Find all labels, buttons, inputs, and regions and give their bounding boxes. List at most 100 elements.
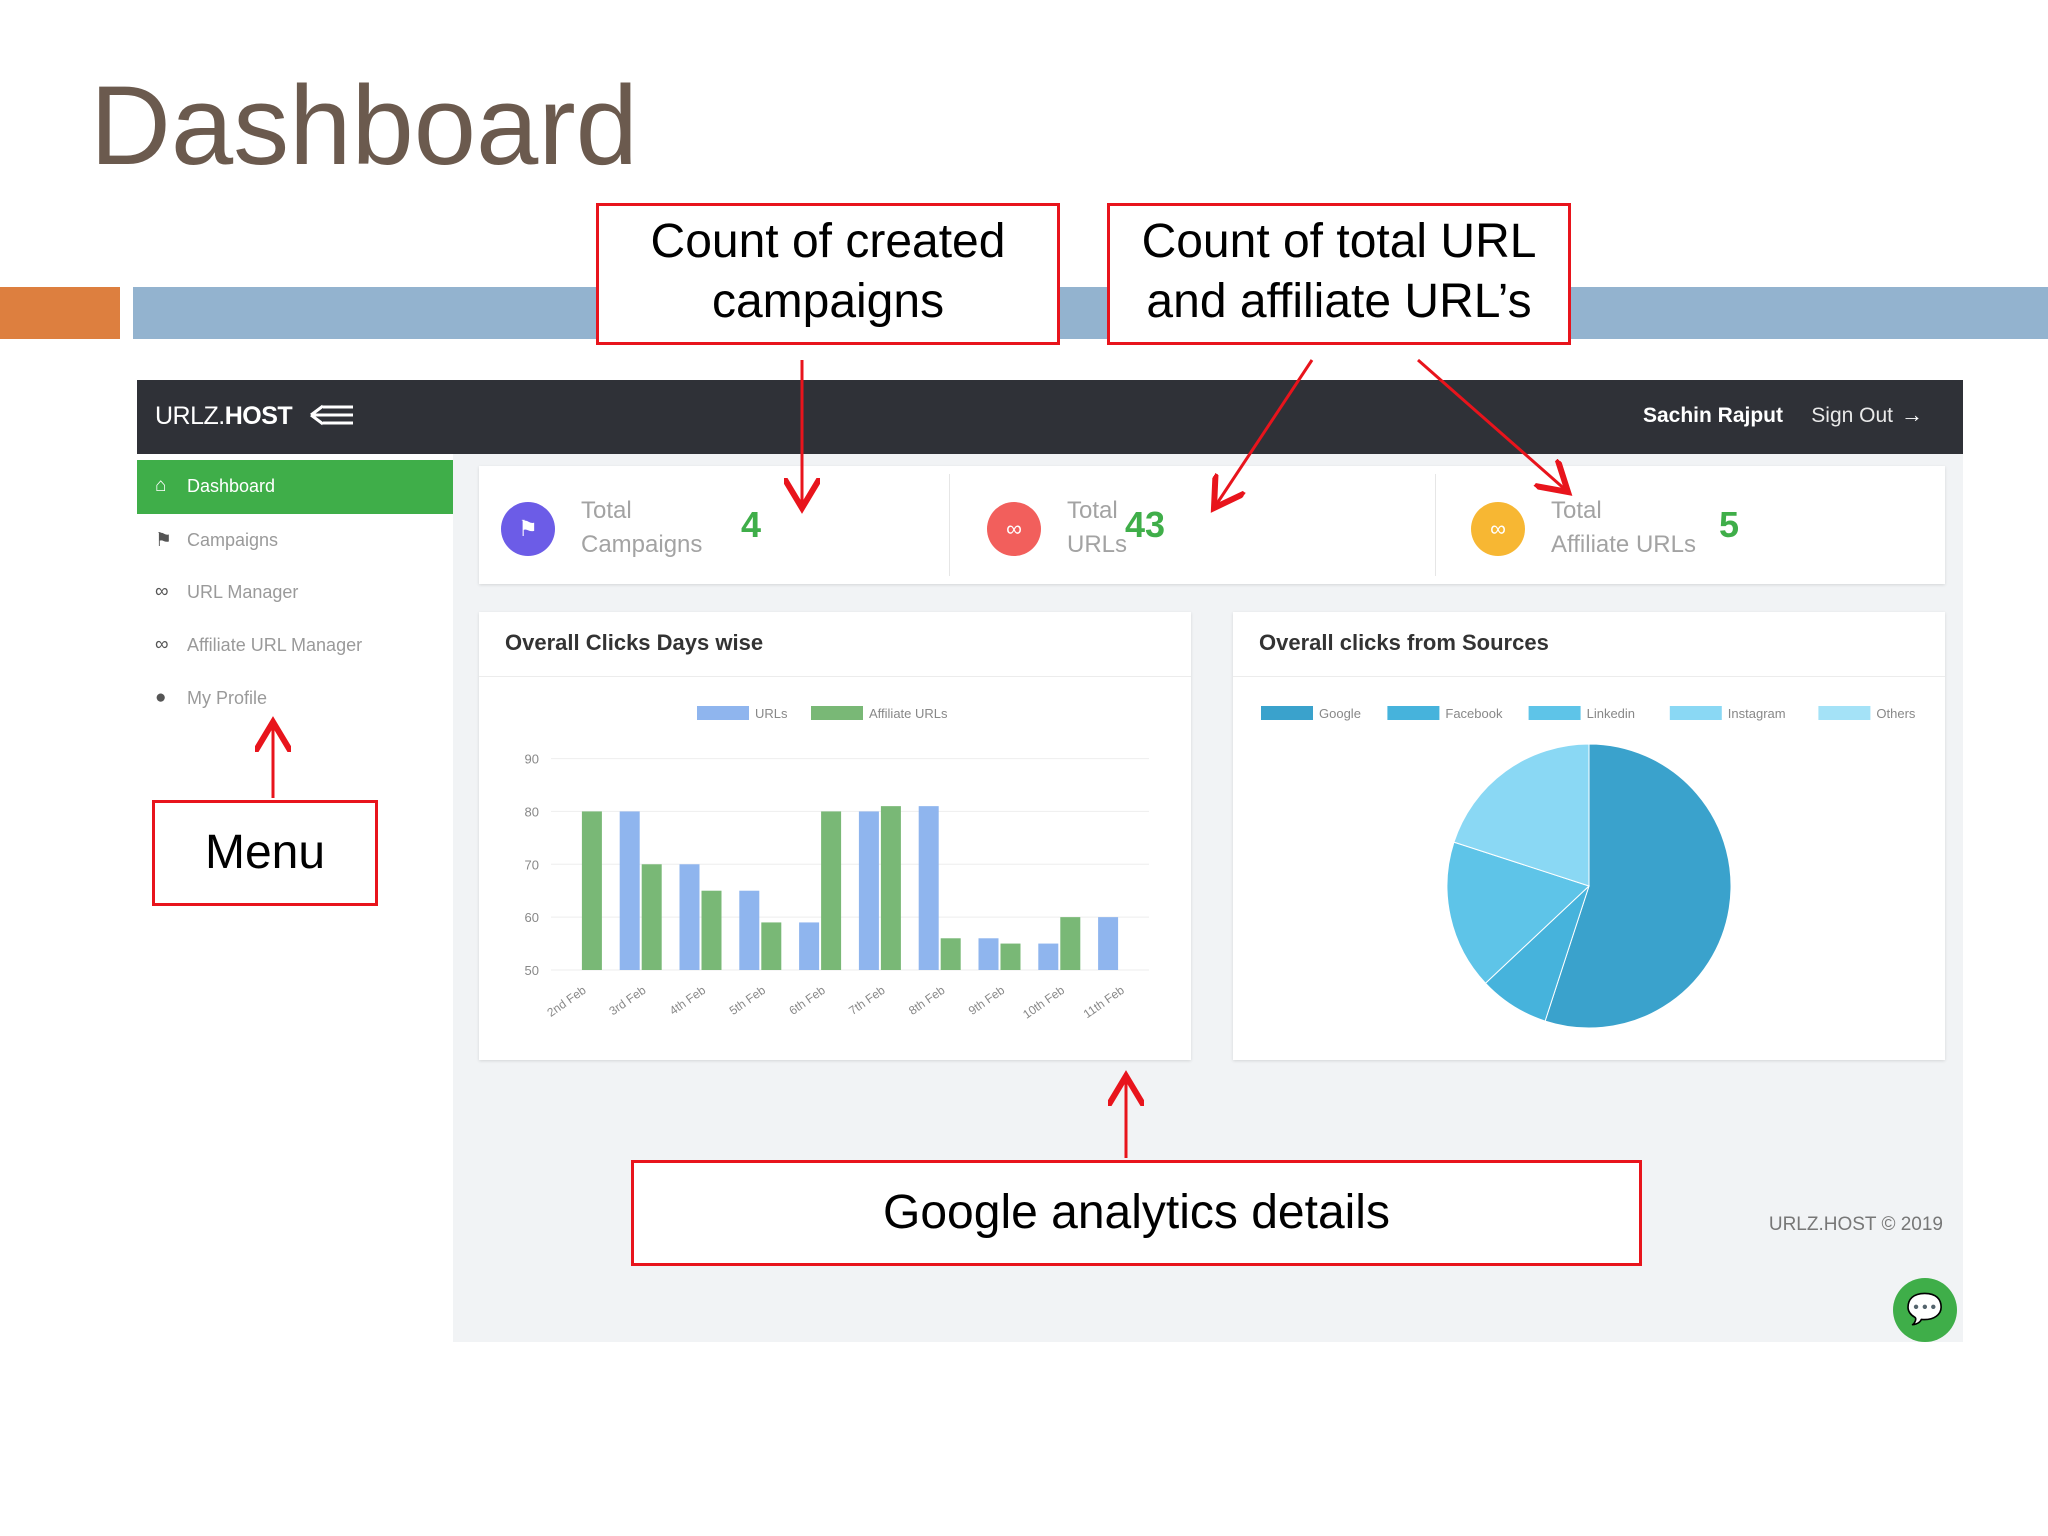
annotation-text: and affiliate URL’s: [1146, 275, 1532, 328]
title-bar-accent: [0, 287, 120, 339]
top-navbar: URLZ.HOST Sachin Rajput Sign Out →: [137, 380, 1963, 454]
x-tick-label: 10th Feb: [1020, 983, 1067, 1022]
link-icon: ∞: [155, 634, 169, 655]
x-tick-label: 5th Feb: [727, 983, 769, 1018]
title-bar: [133, 287, 2048, 339]
bar: [761, 922, 782, 970]
x-tick-label: 4th Feb: [667, 983, 709, 1018]
sign-out-icon[interactable]: →: [1901, 402, 1923, 428]
bar: [701, 890, 722, 970]
bar-chart: 50 60 70 80 90 URLs Affiliate URLs 2nd Feb 3rd F…: [525, 706, 1149, 1022]
sidebar-item-label: My Profile: [187, 688, 268, 708]
flag-icon: ⚑: [155, 530, 173, 551]
home-icon: ⌂: [155, 475, 167, 496]
legend-label: Google: [1319, 706, 1361, 721]
legend-swatch: [1669, 706, 1722, 720]
legend-label: URLs: [755, 706, 788, 721]
legend-swatch: [1387, 706, 1440, 720]
bar: [1098, 917, 1119, 970]
sidebar-item-affiliate-url-manager[interactable]: ∞ Affiliate URL Manager: [137, 619, 453, 673]
bar: [880, 806, 901, 970]
divider: [949, 474, 950, 576]
bar: [978, 938, 999, 970]
legend-label: Affiliate URLs: [869, 706, 948, 721]
stats-panel: ⚑ Total Campaigns 4 ∞ Total URLs 43 ∞ Tota…: [479, 466, 1945, 584]
brand-logo[interactable]: URLZ.HOST: [155, 402, 293, 431]
bar: [679, 864, 700, 970]
legend-label: Facebook: [1445, 706, 1503, 721]
bar-chart-card: Overall Clicks Days wise 50 60 70 80 90 URLs A…: [479, 612, 1191, 1060]
slide-title: Dashboard: [90, 63, 638, 188]
divider: [1435, 474, 1436, 576]
annotation-text: Count of created: [650, 215, 1006, 268]
user-icon: ●: [155, 687, 167, 708]
chat-icon[interactable]: 💬: [1893, 1278, 1957, 1342]
bar: [641, 864, 662, 970]
y-tick-label: 60: [525, 910, 539, 925]
x-tick-label: 3rd Feb: [607, 983, 649, 1018]
bar: [799, 922, 820, 970]
bar: [858, 811, 879, 970]
stat-label: Total Campaigns: [581, 497, 703, 558]
sidebar-item-label: Affiliate URL Manager: [187, 635, 363, 655]
x-tick-label: 6th Feb: [786, 983, 828, 1018]
bar: [739, 890, 760, 970]
stat-value: 43: [1125, 504, 1166, 545]
y-tick-label: 90: [525, 752, 539, 767]
sidebar-item-label: URL Manager: [187, 582, 299, 602]
legend-swatch: [697, 706, 749, 720]
y-tick-label: 50: [525, 963, 539, 978]
pie-chart-card: Overall clicks from Sources Google Facebo…: [1233, 612, 1945, 1060]
x-tick-label: 9th Feb: [966, 983, 1008, 1018]
bar: [918, 806, 939, 970]
annotation-urls: Count of total URL and affiliate URL’s: [1107, 203, 1571, 345]
x-tick-label: 2nd Feb: [545, 983, 589, 1020]
stat-value: 4: [741, 504, 762, 545]
legend-swatch: [1818, 706, 1871, 720]
x-tick-label: 11th Feb: [1081, 983, 1127, 1021]
bar: [619, 811, 640, 970]
legend-swatch: [1261, 706, 1313, 720]
bar: [1000, 943, 1021, 970]
sidebar-item-label: Dashboard: [187, 476, 276, 496]
flag-icon: ⚑: [501, 502, 555, 556]
link-icon: ∞: [155, 581, 169, 602]
bar: [821, 811, 842, 970]
stat-total-affiliate-urls[interactable]: ∞ Total Affiliate URLs 5: [1449, 466, 1935, 584]
sidebar-item-url-manager[interactable]: ∞ URL Manager: [137, 566, 453, 620]
y-tick-label: 80: [525, 804, 539, 819]
card-title: Overall Clicks Days wise: [505, 630, 764, 655]
pie-chart: Google Facebook Linkedin Instagram Others: [1261, 706, 1916, 1029]
annotation-analytics: Google analytics details: [631, 1160, 1642, 1266]
hamburger-menu-icon[interactable]: [309, 400, 357, 434]
stat-label: Total Affiliate URLs: [1551, 497, 1696, 558]
link-icon: ∞: [1471, 502, 1525, 556]
bar: [940, 938, 961, 970]
annotation-menu: Menu: [152, 800, 378, 906]
annotation-text: campaigns: [711, 275, 945, 328]
sidebar-item-my-profile[interactable]: ● My Profile: [137, 672, 453, 726]
link-icon: ∞: [987, 502, 1041, 556]
legend-label: Others: [1876, 706, 1916, 721]
sign-out-link[interactable]: Sign Out: [1811, 404, 1893, 428]
card-title: Overall clicks from Sources: [1259, 630, 1549, 655]
legend-swatch: [811, 706, 863, 720]
bar: [1060, 917, 1081, 970]
legend-label: Instagram: [1728, 706, 1786, 721]
x-tick-label: 7th Feb: [846, 983, 888, 1018]
stat-total-campaigns[interactable]: ⚑ Total Campaigns 4: [479, 466, 965, 584]
bar: [1038, 943, 1059, 970]
bar: [581, 811, 602, 970]
x-tick-label: 8th Feb: [906, 983, 948, 1018]
stat-value: 5: [1719, 504, 1740, 545]
stat-total-urls[interactable]: ∞ Total URLs 43: [965, 466, 1451, 584]
footer-copyright: URLZ.HOST © 2019: [1768, 1214, 1943, 1235]
sidebar-item-dashboard[interactable]: ⌂ Dashboard: [137, 460, 453, 514]
user-name[interactable]: Sachin Rajput: [1643, 404, 1783, 428]
annotation-campaigns: Count of created campaigns: [596, 203, 1060, 345]
annotation-text: Count of total URL: [1141, 215, 1537, 268]
legend-label: Linkedin: [1587, 706, 1635, 721]
legend-swatch: [1528, 706, 1581, 720]
sidebar-item-label: Campaigns: [187, 530, 279, 550]
sidebar-item-campaigns[interactable]: ⚑ Campaigns: [137, 514, 453, 568]
